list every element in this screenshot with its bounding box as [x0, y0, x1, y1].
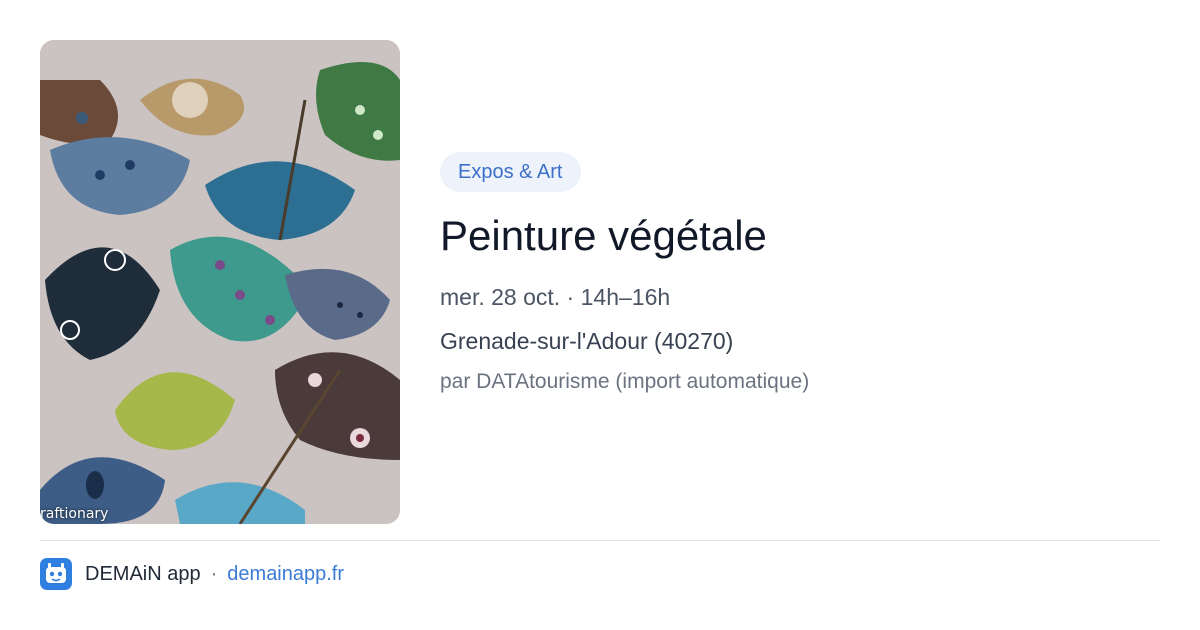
- painted-ginkgo-leaves-illustration: [40, 40, 400, 524]
- footer: DEMAiN app · demainapp.fr: [40, 558, 344, 590]
- image-watermark: raftionary: [40, 506, 109, 522]
- app-name: DEMAiN app: [85, 562, 201, 585]
- footer-divider: [40, 540, 1160, 541]
- app-website-link[interactable]: demainapp.fr: [227, 563, 344, 586]
- demain-app-logo-icon: [40, 558, 72, 590]
- event-info: Expos & Art Peinture végétale mer. 28 oc…: [440, 152, 1160, 396]
- event-source: par DATAtourisme (import automatique): [440, 370, 810, 393]
- event-location: Grenade-sur-l'Adour (40270): [440, 328, 734, 354]
- event-date: mer. 28 oct. · 14h–16h: [440, 284, 671, 310]
- category-badge[interactable]: Expos & Art: [440, 152, 581, 192]
- event-title: Peinture végétale: [440, 212, 767, 259]
- event-image: raftionary: [40, 40, 400, 524]
- footer-separator: ·: [210, 562, 218, 585]
